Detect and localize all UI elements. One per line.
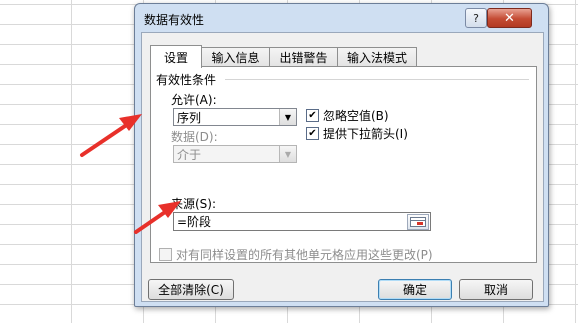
annotation-arrows [80,114,181,234]
tab-settings[interactable]: 设置 [150,45,202,68]
tab-settings-label: 设置 [163,50,188,65]
annotation-arrow-allow [80,114,142,157]
annotation-arrow-source [134,201,181,234]
